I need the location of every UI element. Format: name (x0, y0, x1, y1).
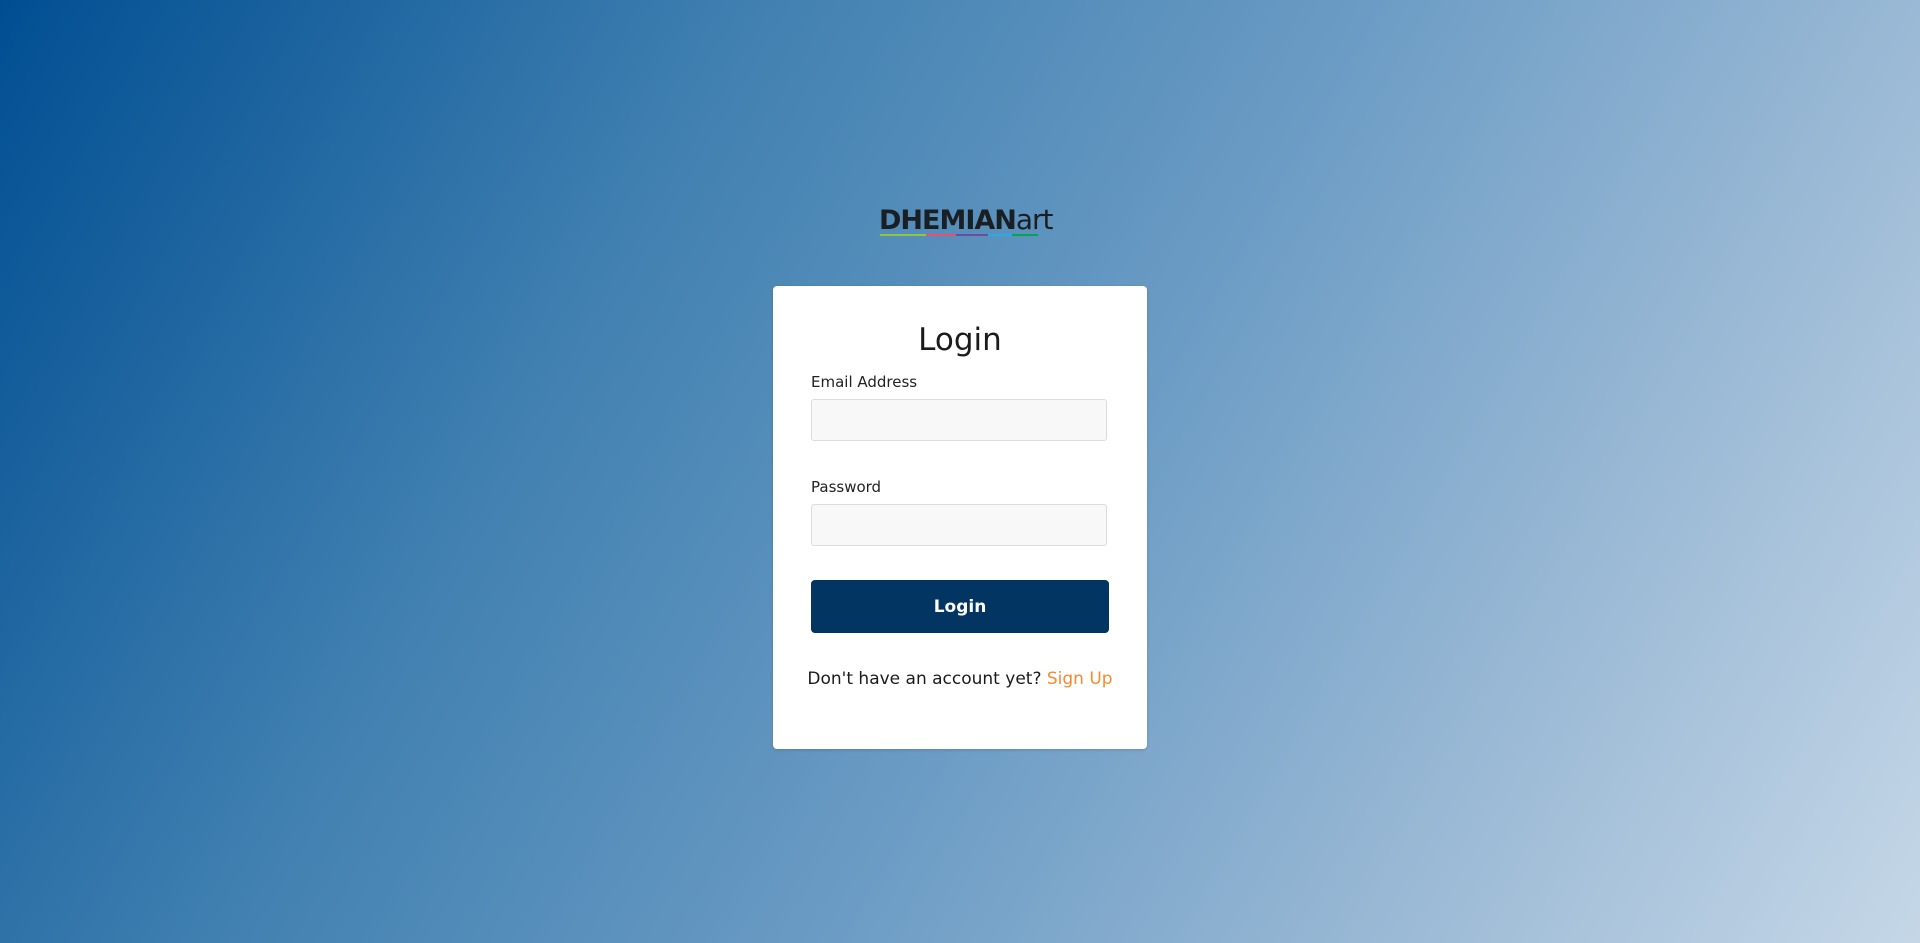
logo-color-bar (880, 234, 1038, 236)
logo-wordmark-light: art (1015, 203, 1054, 236)
login-card: Login Email Address Password Login Don't… (773, 286, 1147, 749)
logo-wordmark-bold: DHEMIAN (879, 205, 1017, 236)
login-button[interactable]: Login (811, 580, 1109, 633)
password-label: Password (811, 478, 882, 496)
email-label: Email Address (811, 373, 918, 391)
signup-link[interactable]: Sign Up (1047, 669, 1113, 689)
password-field[interactable] (811, 504, 1107, 546)
brand-logo: DHEMIANart (879, 205, 1054, 237)
email-field[interactable] (811, 399, 1107, 441)
login-title: Login (918, 322, 1002, 358)
signup-prompt-text: Don't have an account yet? (807, 669, 1042, 689)
signup-prompt-line: Don't have an account yet? Sign Up (773, 667, 1147, 691)
